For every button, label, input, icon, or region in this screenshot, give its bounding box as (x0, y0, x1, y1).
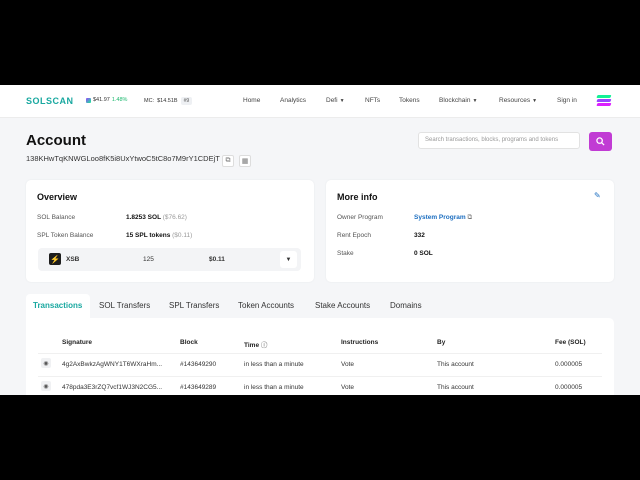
eye-icon[interactable]: ◉ (41, 358, 51, 368)
spl-balance-value: 15 SPL tokens ($0.11) (126, 232, 192, 239)
col-block: Block (180, 339, 198, 346)
eye-icon[interactable]: ◉ (41, 381, 51, 391)
solscan-logo[interactable]: SOLSCAN (26, 96, 74, 106)
by-cell: This account (437, 361, 474, 368)
spl-balance-amount: 15 SPL tokens (126, 232, 171, 239)
signature-link[interactable]: 4g2AxBwkzAgWNY1T6WXraHm... (62, 361, 162, 368)
col-time-label: Time (244, 342, 260, 349)
caret-down-icon: ▼ (339, 98, 345, 104)
sol-price: $41.97 1.48% (86, 97, 127, 103)
instruction-cell: Vote (341, 384, 355, 391)
nav-blockchain[interactable]: Blockchain ▼ (439, 97, 477, 104)
token-value: $0.11 (209, 256, 225, 263)
nav-nfts[interactable]: NFTs (365, 97, 380, 104)
mc-value: $14.51B (157, 98, 178, 104)
info-icon[interactable]: ⓘ (261, 342, 268, 349)
account-tabs: Transactions SOL Transfers SPL Transfers… (26, 294, 614, 318)
search-button[interactable] (589, 132, 612, 151)
tab-transactions[interactable]: Transactions (26, 294, 90, 318)
search-icon (596, 137, 605, 146)
token-symbol: XSB (66, 256, 80, 263)
page-title: Account (26, 132, 86, 149)
block-link[interactable]: #143649290 (180, 361, 216, 368)
col-instructions: Instructions (341, 339, 379, 346)
stake-value: 0 SOL (414, 250, 433, 257)
solana-icon (86, 97, 91, 103)
rank-badge: #9 (180, 97, 193, 105)
col-time: Time ⓘ (244, 339, 267, 349)
nav-tokens[interactable]: Tokens (399, 97, 420, 104)
overview-title: Overview (37, 192, 78, 202)
nav-resources[interactable]: Resources ▼ (499, 97, 537, 104)
more-info-title: More info (337, 192, 378, 202)
col-by: By (437, 339, 446, 346)
tab-sol-transfers[interactable]: SOL Transfers (92, 294, 157, 318)
spl-balance-usd: ($0.11) (172, 232, 193, 239)
fee-cell: 0.000005 (555, 384, 583, 391)
transactions-table: Signature Block Time ⓘ Instructions By F… (26, 318, 614, 395)
sol-price-change: 1.48% (111, 97, 128, 103)
owner-program-label: Owner Program (337, 214, 383, 221)
fee-cell: 0.000005 (555, 361, 583, 368)
caret-down-icon: ▼ (472, 98, 478, 104)
qr-code-icon[interactable]: ▦ (239, 155, 251, 167)
sol-balance-value: 1.8253 SOL ($76.62) (126, 214, 187, 221)
time-cell: in less than a minute (244, 384, 304, 391)
tab-spl-transfers[interactable]: SPL Transfers (162, 294, 226, 318)
block-link[interactable]: #143649289 (180, 384, 216, 391)
top-navbar: SOLSCAN $41.97 1.48% MC: $14.51B #9 Home… (0, 85, 640, 118)
market-cap: MC: $14.51B #9 (144, 97, 193, 105)
spl-balance-label: SPL Token Balance (37, 232, 94, 239)
tab-token-accounts[interactable]: Token Accounts (231, 294, 301, 318)
table-row: ◉ 4g2AxBwkzAgWNY1T6WXraHm... #143649290 … (38, 353, 602, 374)
rent-epoch-label: Rent Epoch (337, 232, 371, 239)
col-signature: Signature (62, 339, 92, 346)
nav-home[interactable]: Home (243, 97, 260, 104)
nav-defi[interactable]: Defi ▼ (326, 97, 345, 104)
chevron-down-icon[interactable]: ▼ (280, 251, 297, 268)
time-cell: in less than a minute (244, 361, 304, 368)
sol-balance-usd: ($76.62) (162, 214, 187, 221)
instruction-cell: Vote (341, 361, 355, 368)
col-fee: Fee (SOL) (555, 339, 586, 346)
sign-in-link[interactable]: Sign in (557, 97, 577, 104)
tab-stake-accounts[interactable]: Stake Accounts (308, 294, 377, 318)
sol-price-value: $41.97 (93, 97, 110, 103)
tab-domains[interactable]: Domains (383, 294, 429, 318)
copy-icon[interactable]: ⧉ (222, 155, 234, 167)
mc-label: MC: (144, 98, 155, 104)
nav-resources-label: Resources (499, 97, 531, 104)
owner-program-value: System Program (414, 214, 466, 221)
solscan-window: SOLSCAN $41.97 1.48% MC: $14.51B #9 Home… (0, 85, 640, 395)
sol-balance-label: SOL Balance (37, 214, 76, 221)
rent-epoch-value: 332 (414, 232, 425, 239)
signature-link[interactable]: 478pda3E3rZQ7vcf1WJ3N2CG5... (62, 384, 162, 391)
nav-defi-label: Defi (326, 97, 338, 104)
copy-icon[interactable]: ⧉ (467, 214, 472, 221)
token-select[interactable]: ⚡ XSB 125 $0.11 ▼ (38, 248, 301, 271)
owner-program-link[interactable]: System Program ⧉ (414, 214, 472, 222)
account-address: 138KHwTqKNWGLoo8fK5i8UxYtwoC5tC8o7M9rY1C… (26, 154, 220, 163)
by-cell: This account (437, 384, 474, 391)
token-amount: 125 (143, 256, 154, 263)
caret-down-icon: ▼ (532, 98, 538, 104)
search-input[interactable]: Search transactions, blocks, programs an… (418, 132, 580, 149)
table-row: ◉ 478pda3E3rZQ7vcf1WJ3N2CG5... #14364928… (38, 376, 602, 395)
nav-blockchain-label: Blockchain (439, 97, 471, 104)
edit-icon[interactable]: ✎ (594, 191, 601, 200)
stake-label: Stake (337, 250, 354, 257)
xsb-token-icon: ⚡ (49, 253, 61, 265)
sol-balance-amount: 1.8253 SOL (126, 214, 161, 221)
solana-network-icon[interactable] (596, 94, 612, 108)
nav-analytics[interactable]: Analytics (280, 97, 306, 104)
